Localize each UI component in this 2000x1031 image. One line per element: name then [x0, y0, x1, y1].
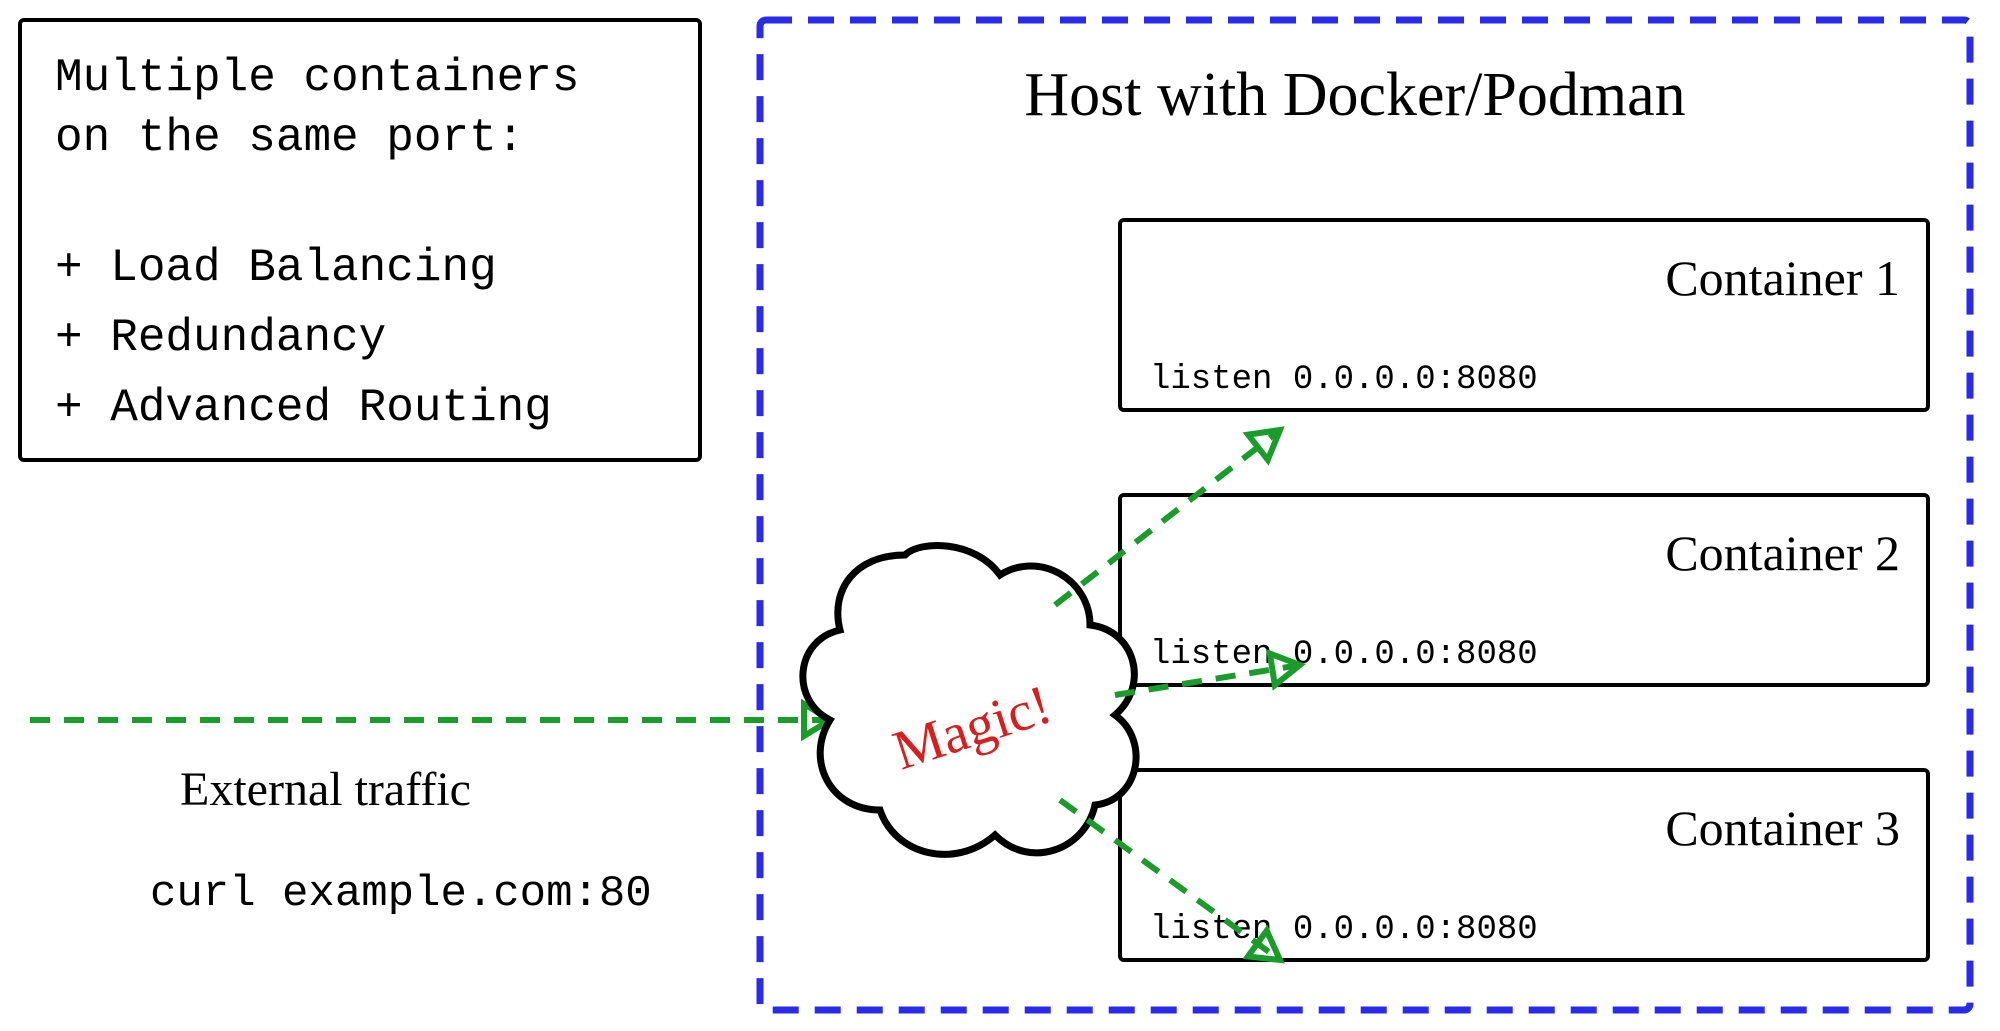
arrow-to-container-1	[1055, 417, 1290, 605]
container-1: Container 1 listen 0.0.0.0:8080	[1120, 220, 1928, 410]
container-2: Container 2 listen 0.0.0.0:8080	[1120, 495, 1928, 685]
info-box-item-2: + Advanced Routing	[55, 382, 552, 434]
host-box: Host with Docker/Podman	[760, 20, 1970, 1010]
info-box-item-1: + Redundancy	[55, 312, 386, 364]
container-3-name: Container 3	[1665, 800, 1900, 856]
container-3-listen: listen 0.0.0.0:8080	[1150, 911, 1538, 949]
host-border	[760, 20, 1970, 1010]
info-box: Multiple containers on the same port: + …	[20, 20, 700, 460]
info-box-item-0: + Load Balancing	[55, 242, 497, 294]
host-title: Host with Docker/Podman	[1024, 61, 1685, 129]
info-box-title-1: Multiple containers	[55, 52, 580, 104]
container-1-listen: listen 0.0.0.0:8080	[1150, 361, 1538, 399]
external-traffic-command: curl example.com:80	[150, 869, 652, 919]
info-box-title-2: on the same port:	[55, 112, 524, 164]
container-1-name: Container 1	[1665, 250, 1900, 306]
container-2-listen: listen 0.0.0.0:8080	[1150, 636, 1538, 674]
magic-cloud: Magic!	[803, 545, 1136, 854]
external-traffic-label: External traffic	[180, 763, 471, 816]
container-2-name: Container 2	[1665, 525, 1900, 581]
external-traffic-arrow	[30, 704, 830, 736]
